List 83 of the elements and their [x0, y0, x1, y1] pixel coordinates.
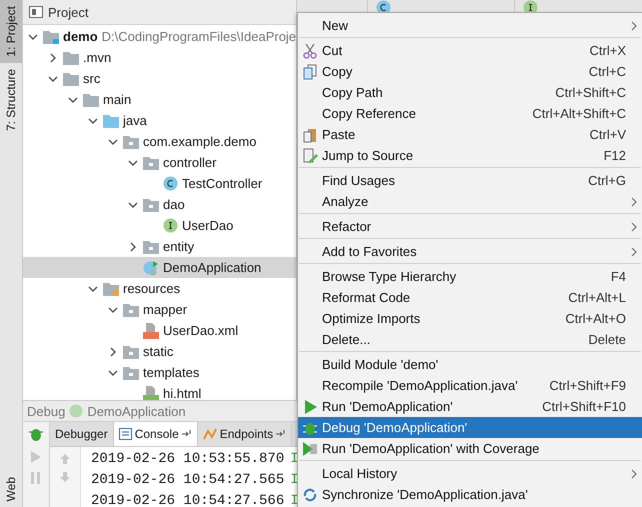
xml-file-icon [143, 322, 159, 338]
menu-item[interactable]: New [298, 15, 642, 36]
tree-item[interactable]: .mvn [23, 47, 296, 68]
spring-app-icon [69, 404, 84, 418]
run-config-name: DemoApplication [87, 404, 186, 418]
html-file-icon [143, 386, 159, 400]
tree-item[interactable]: entity [23, 236, 296, 257]
tree-item[interactable]: resources [23, 278, 296, 299]
tree-item[interactable]: TestController [23, 173, 296, 194]
menu-item[interactable]: Paste Ctrl+V [298, 124, 642, 145]
folder-icon [143, 156, 159, 170]
log-level: I [290, 471, 299, 490]
tree-item[interactable]: com.example.demo [23, 131, 296, 152]
menu-item[interactable]: Build Module 'demo' [298, 354, 642, 375]
folder-icon [103, 114, 119, 128]
panel-title: Project [48, 4, 88, 20]
menu-item[interactable]: Copy Ctrl+C [298, 61, 642, 82]
endpoints-icon [202, 428, 217, 440]
menu-item[interactable]: Delete... Delete [298, 329, 642, 350]
edit-source-icon [302, 148, 318, 164]
menu-item[interactable]: Jump to Source F12 [298, 145, 642, 166]
log-timestamp: 2019-02-26 10:54:27.566 [91, 492, 284, 507]
scissors-icon [302, 42, 318, 58]
folder-icon [123, 366, 139, 380]
tree-item[interactable]: src [23, 68, 296, 89]
menu-item[interactable]: Recompile 'DemoApplication.java' Ctrl+Shift+F9 [298, 375, 642, 396]
menu-item[interactable]: Refactor [298, 216, 642, 237]
interface-icon [163, 218, 178, 233]
menu-item[interactable]: Local History [298, 463, 642, 484]
menu-item[interactable]: Cut Ctrl+X [298, 40, 642, 61]
tree-item[interactable]: demo D:\CodingProgramFiles\IdeaProje [23, 26, 296, 47]
tree-item[interactable]: templates [23, 362, 296, 383]
tree-item[interactable]: UserDao.xml [23, 320, 296, 341]
log-timestamp: 2019-02-26 10:54:27.565 [91, 471, 284, 490]
menu-item[interactable]: Synchronize 'DemoApplication.java' [298, 484, 642, 505]
tool-window-tab[interactable]: Web [0, 470, 22, 507]
run-coverage-icon [302, 440, 318, 456]
log-timestamp: 2019-02-26 10:53:55.870 [91, 450, 284, 469]
menu-item[interactable]: Copy Reference Ctrl+Alt+Shift+C [298, 103, 642, 124]
menu-item[interactable]: Run 'DemoApplication' Ctrl+Shift+F10 [298, 396, 642, 417]
tree-item[interactable]: mapper [23, 299, 296, 320]
folder-icon [123, 302, 139, 316]
tree-item[interactable]: static [23, 341, 296, 362]
folder-icon [103, 282, 119, 296]
tree-item[interactable]: controller [23, 152, 296, 173]
menu-item[interactable]: Copy Path Ctrl+Shift+C [298, 82, 642, 103]
log-level: I [290, 450, 299, 469]
console-icon [118, 428, 132, 440]
menu-item[interactable]: Reformat Code Ctrl+Alt+L [298, 287, 642, 308]
tool-window-tab[interactable]: 7: Structure [0, 62, 22, 137]
log-level: I [290, 492, 299, 507]
menu-item[interactable]: Debug 'DemoApplication' [298, 417, 642, 438]
paste-icon [302, 126, 318, 142]
tree-item[interactable]: DemoApplication [23, 257, 296, 278]
menu-item[interactable]: Run 'DemoApplication' with Coverage [298, 438, 642, 459]
spring-class-icon [143, 260, 159, 276]
menu-item[interactable]: Add to Favorites [298, 241, 642, 262]
tree-item[interactable]: main [23, 89, 296, 110]
debug-title: Debug [27, 404, 66, 418]
bug-icon[interactable] [28, 426, 44, 442]
folder-icon [63, 50, 79, 64]
class-icon [163, 176, 178, 191]
debug-tab[interactable]: Endpoints [198, 422, 292, 446]
folder-icon [123, 344, 139, 358]
debug-tab[interactable]: Console [114, 422, 198, 446]
project-view-icon [29, 6, 43, 18]
menu-item[interactable]: Find Usages Ctrl+G [298, 170, 642, 191]
folder-icon [63, 72, 79, 86]
menu-item[interactable]: Browse Type Hierarchy F4 [298, 266, 642, 287]
menu-item[interactable]: Analyze [298, 191, 642, 212]
folder-icon [143, 240, 159, 254]
folder-icon [43, 30, 59, 44]
tree-item[interactable]: hi.html [23, 383, 296, 400]
tool-window-tab[interactable]: 1: Project [0, 0, 22, 63]
tree-item[interactable]: java [23, 110, 296, 131]
tree-item[interactable]: dao [23, 194, 296, 215]
tree-item[interactable]: UserDao [23, 215, 296, 236]
folder-icon [143, 198, 159, 212]
copy-icon [302, 64, 318, 80]
sync-icon [302, 486, 318, 502]
folder-icon [123, 134, 139, 148]
folder-icon [83, 92, 99, 106]
menu-item[interactable]: Optimize Imports Ctrl+Alt+O [298, 308, 642, 329]
